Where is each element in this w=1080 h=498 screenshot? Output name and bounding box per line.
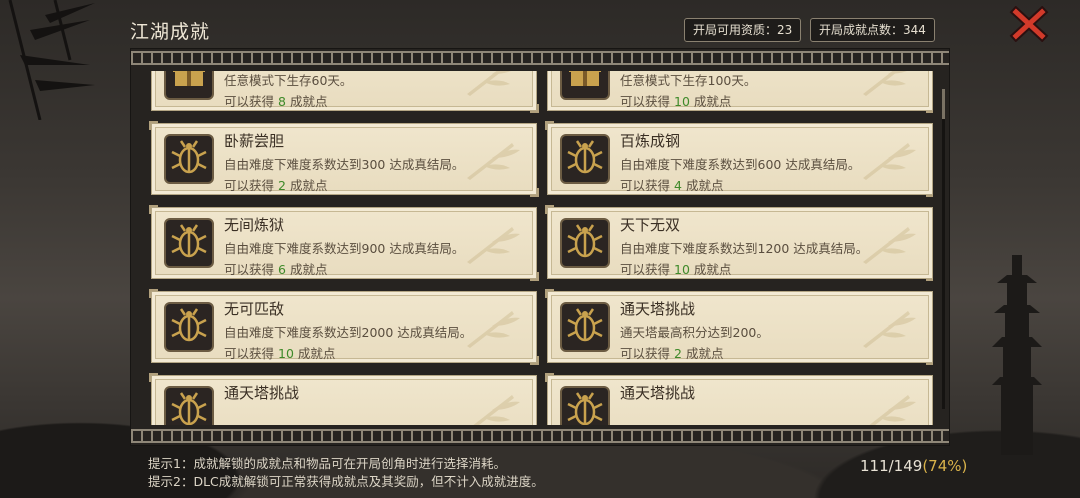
bamboo-watermark-icon (858, 306, 918, 348)
page-title: 江湖成就 (130, 21, 211, 43)
reward-points: 10 (674, 94, 690, 109)
progress-percent: (74%) (922, 457, 968, 475)
fret-border-bottom (131, 429, 949, 443)
reward-suffix: 成就点 (289, 262, 328, 277)
bamboo-watermark-icon (462, 71, 522, 96)
available-aptitude-badge: 开局可用资质：23 (684, 18, 802, 42)
fret-border-top (131, 51, 949, 65)
scrollbar-track[interactable] (942, 89, 945, 409)
available-aptitude-value: 23 (777, 23, 793, 37)
achievement-card[interactable]: 天下无双 自由难度下难度系数达到1200 达成真结局。 可以获得 10 成就点 (545, 205, 933, 281)
achievement-card[interactable]: 无间炼狱 自由难度下难度系数达到900 达成真结局。 可以获得 6 成就点 (149, 205, 539, 281)
beetle-icon (164, 218, 214, 268)
achievement-card[interactable]: 生存挑战任意模式下生存100天。可以获得 10 成就点 (547, 71, 933, 113)
reward-points: 4 (674, 178, 682, 193)
achievement-reward: 可以获得 2 成就点 (224, 175, 327, 194)
achievement-card[interactable]: 生存挑战任意模式下生存60天。可以获得 8 成就点 (151, 71, 539, 113)
reward-suffix: 成就点 (289, 178, 328, 193)
reward-prefix: 可以获得 (620, 262, 671, 277)
beetle-icon (560, 302, 610, 352)
achievement-name: 百炼成钢 (620, 132, 681, 150)
achievement-card[interactable]: 百炼成钢 自由难度下难度系数达到600 达成真结局。 可以获得 4 成就点 (545, 121, 933, 197)
achievement-description: 自由难度下难度系数达到1200 达成真结局。 (620, 241, 869, 256)
scrollbar-thumb[interactable] (942, 89, 945, 119)
reward-prefix: 可以获得 (620, 346, 671, 361)
achievement-description: 自由难度下难度系数达到600 达成真结局。 (620, 157, 861, 172)
reward-prefix: 可以获得 (224, 346, 275, 361)
reward-points: 8 (278, 94, 286, 109)
achievement-name: 通天塔挑战 (224, 384, 300, 402)
reward-points: 10 (278, 346, 294, 361)
reward-prefix: 可以获得 (620, 178, 671, 193)
achievement-reward: 可以获得 8 成就点 (224, 91, 327, 110)
achievement-points-badge: 开局成就点数：344 (810, 18, 935, 42)
achievement-card[interactable]: 无可匹敌 自由难度下难度系数达到2000 达成真结局。 可以获得 10 成就点 (149, 289, 539, 365)
achievement-name: 卧薪尝胆 (224, 132, 285, 150)
achievement-name: 通天塔挑战 (620, 300, 696, 318)
tip-2: 提示2：DLC成就解锁可正常获得成就点及其奖励，但不计入成就进度。 (148, 474, 544, 489)
reward-points: 2 (278, 178, 286, 193)
beetle-icon (164, 386, 214, 425)
achievement-card[interactable]: 通天塔挑战 (149, 373, 537, 425)
bamboo-decoration (8, 0, 95, 120)
achievement-description: 自由难度下难度系数达到300 达成真结局。 (224, 157, 465, 172)
reward-prefix: 可以获得 (224, 262, 275, 277)
bamboo-watermark-icon (462, 222, 522, 264)
gift-box-icon (560, 71, 610, 100)
reward-suffix: 成就点 (693, 262, 732, 277)
reward-points: 2 (674, 346, 682, 361)
beetle-icon (560, 134, 610, 184)
achievement-name: 通天塔挑战 (620, 384, 696, 402)
bamboo-watermark-icon (858, 71, 918, 96)
achievement-description: 自由难度下难度系数达到900 达成真结局。 (224, 241, 465, 256)
achievement-description: 任意模式下生存60天。 (224, 73, 353, 88)
reward-suffix: 成就点 (289, 94, 328, 109)
progress-count: 111/149 (860, 457, 923, 475)
pagoda-silhouette (992, 255, 1042, 455)
beetle-icon (164, 302, 214, 352)
achievement-list[interactable]: 生存挑战任意模式下生存60天。可以获得 8 成就点生存挑战任意模式下生存100天… (149, 71, 933, 425)
achievement-reward: 可以获得 10 成就点 (620, 91, 731, 110)
reward-suffix: 成就点 (685, 178, 724, 193)
reward-points: 6 (278, 262, 286, 277)
bamboo-watermark-icon (858, 390, 918, 425)
achievement-progress: 111/149(74%) (860, 457, 967, 475)
achievement-panel: 生存挑战任意模式下生存60天。可以获得 8 成就点生存挑战任意模式下生存100天… (130, 48, 950, 446)
achievement-description: 任意模式下生存100天。 (620, 73, 757, 88)
available-aptitude-label: 开局可用资质： (693, 23, 778, 37)
achievement-points-value: 344 (903, 23, 926, 37)
achievement-description: 通天塔最高积分达到200。 (620, 325, 769, 340)
beetle-icon (560, 386, 610, 425)
beetle-icon (164, 134, 214, 184)
reward-suffix: 成就点 (685, 346, 724, 361)
achievement-card[interactable]: 通天塔挑战 (545, 373, 933, 425)
bamboo-watermark-icon (858, 138, 918, 180)
gift-box-icon (164, 71, 214, 100)
achievement-name: 无间炼狱 (224, 216, 285, 234)
reward-suffix: 成就点 (693, 94, 732, 109)
achievement-reward: 可以获得 4 成就点 (620, 175, 723, 194)
beetle-icon (560, 218, 610, 268)
tip-1: 提示1：成就解锁的成就点和物品可在开局创角时进行选择消耗。 (148, 456, 506, 471)
close-icon[interactable] (1009, 6, 1049, 42)
reward-prefix: 可以获得 (620, 94, 671, 109)
reward-points: 10 (674, 262, 690, 277)
reward-prefix: 可以获得 (224, 178, 275, 193)
achievement-card[interactable]: 卧薪尝胆 自由难度下难度系数达到300 达成真结局。 可以获得 2 成就点 (149, 121, 539, 197)
achievement-description: 自由难度下难度系数达到2000 达成真结局。 (224, 325, 473, 340)
achievement-card[interactable]: 通天塔挑战 通天塔最高积分达到200。 可以获得 2 成就点 (545, 289, 933, 365)
achievement-reward: 可以获得 10 成就点 (224, 343, 335, 362)
bamboo-watermark-icon (462, 138, 522, 180)
achievement-name: 无可匹敌 (224, 300, 285, 318)
achievement-reward: 可以获得 2 成就点 (620, 343, 723, 362)
achievement-name: 天下无双 (620, 216, 681, 234)
achievement-reward: 可以获得 6 成就点 (224, 259, 327, 278)
reward-suffix: 成就点 (297, 346, 336, 361)
reward-prefix: 可以获得 (224, 94, 275, 109)
achievement-reward: 可以获得 10 成就点 (620, 259, 731, 278)
achievement-points-label: 开局成就点数： (819, 23, 904, 37)
bamboo-watermark-icon (462, 390, 522, 425)
